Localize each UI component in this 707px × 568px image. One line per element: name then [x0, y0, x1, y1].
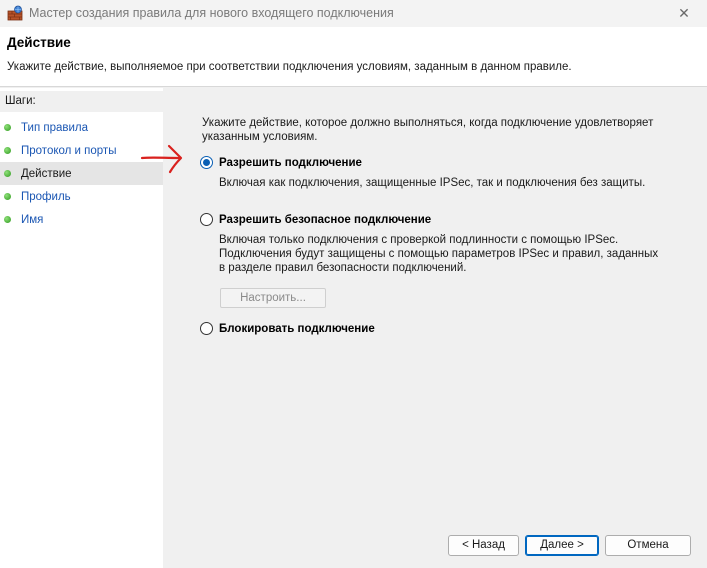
step-protocol-ports[interactable]: Протокол и порты: [0, 139, 163, 162]
wizard-header: Действие Укажите действие, выполняемое п…: [0, 27, 707, 87]
main-content: Укажите действие, которое должно выполня…: [163, 88, 707, 568]
option-description: Включая как подключения, защищенные IPSe…: [219, 177, 646, 189]
page-title: Действие: [7, 35, 71, 50]
option-block[interactable]: Блокировать подключение: [200, 322, 375, 335]
step-label: Действие: [21, 167, 72, 180]
cancel-button[interactable]: Отмена: [605, 535, 691, 556]
page-description: Укажите действие, выполняемое при соотве…: [7, 61, 572, 73]
close-icon: ✕: [678, 5, 690, 21]
step-action[interactable]: Действие: [0, 162, 163, 185]
window-title: Мастер создания правила для нового входя…: [29, 6, 394, 20]
step-label: Имя: [21, 213, 44, 226]
back-button[interactable]: < Назад: [448, 535, 519, 556]
step-profile[interactable]: Профиль: [0, 185, 163, 208]
green-dot-icon: [4, 124, 11, 131]
option-allow-secure[interactable]: Разрешить безопасное подключение: [200, 213, 431, 226]
option-label[interactable]: Разрешить безопасное подключение: [219, 214, 431, 226]
option-allow[interactable]: Разрешить подключение: [200, 156, 362, 169]
close-button[interactable]: ✕: [661, 0, 707, 27]
radio-block[interactable]: [200, 322, 213, 335]
step-rule-type[interactable]: Тип правила: [0, 116, 163, 139]
red-arrow-icon: [140, 144, 183, 174]
radio-allow-secure[interactable]: [200, 213, 213, 226]
green-dot-icon: [4, 170, 11, 177]
option-label[interactable]: Блокировать подключение: [219, 323, 375, 335]
firewall-icon: [7, 5, 23, 21]
step-label: Профиль: [21, 190, 71, 203]
next-button[interactable]: Далее >: [525, 535, 599, 556]
radio-allow[interactable]: [200, 156, 213, 169]
steps-sidebar: Шаги: Тип правила Протокол и порты Дейст…: [0, 88, 163, 568]
step-label: Протокол и порты: [21, 144, 117, 157]
step-label: Тип правила: [21, 121, 89, 134]
steps-list: Тип правила Протокол и порты Действие Пр…: [0, 116, 163, 231]
step-name[interactable]: Имя: [0, 208, 163, 231]
configure-button[interactable]: Настроить...: [220, 288, 326, 308]
green-dot-icon: [4, 193, 11, 200]
steps-heading: Шаги:: [0, 91, 163, 112]
title-bar: Мастер создания правила для нового входя…: [0, 0, 707, 27]
option-description: Включая только подключения с проверкой п…: [219, 234, 659, 274]
green-dot-icon: [4, 147, 11, 154]
option-label[interactable]: Разрешить подключение: [219, 157, 362, 169]
intro-text: Укажите действие, которое должно выполня…: [202, 117, 654, 143]
green-dot-icon: [4, 216, 11, 223]
